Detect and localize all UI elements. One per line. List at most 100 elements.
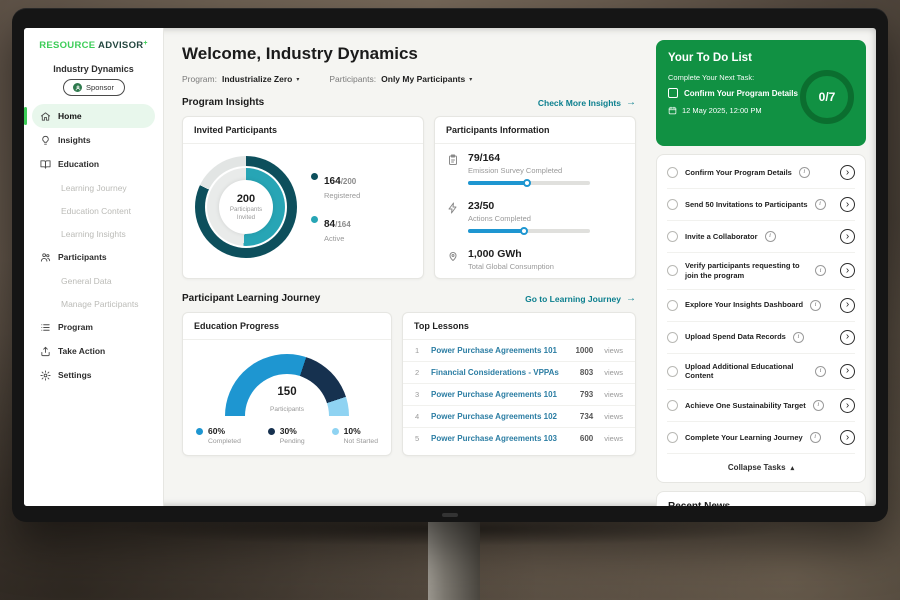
sidebar-item-participants[interactable]: Participants [32, 245, 155, 269]
lesson-link[interactable]: Power Purchase Agreements 101 [431, 346, 567, 355]
task-radio[interactable] [667, 432, 678, 443]
lesson-row[interactable]: 4 Power Purchase Agreements 102 734views [403, 406, 635, 428]
task-radio[interactable] [667, 231, 678, 242]
legend-label: Active [324, 234, 351, 243]
collapse-tasks-button[interactable]: Collapse Tasks ▴ [667, 454, 855, 482]
task-radio[interactable] [667, 366, 678, 377]
go-to-learning-journey-link[interactable]: Go to Learning Journey → [525, 293, 636, 304]
task-row[interactable]: Explore Your Insights Dashboard i › [667, 290, 855, 322]
todo-progress-value: 0/7 [819, 90, 836, 104]
sidebar-item-label: Learning Insights [61, 229, 126, 239]
lesson-link[interactable]: Power Purchase Agreements 101 [431, 390, 572, 399]
sponsor-badge[interactable]: Sponsor [63, 79, 125, 96]
legend-dot [332, 428, 339, 435]
sidebar-item-general-data[interactable]: General Data [32, 269, 155, 292]
lesson-row[interactable]: 1 Power Purchase Agreements 101 1000view… [403, 340, 635, 362]
checkbox-icon[interactable] [668, 88, 678, 98]
sidebar-item-program[interactable]: Program [32, 315, 155, 339]
sidebar-item-label: Program [58, 322, 93, 332]
arrow-right-icon: → [626, 293, 636, 304]
legend-pct: 30% [280, 426, 305, 436]
sidebar-item-insights[interactable]: Insights [32, 128, 155, 152]
lesson-row[interactable]: 5 Power Purchase Agreements 103 600views [403, 428, 635, 449]
info-icon[interactable]: i [810, 432, 821, 443]
task-radio[interactable] [667, 300, 678, 311]
legend-item-registered: 164/200 Registered [311, 171, 360, 200]
info-icon[interactable]: i [815, 366, 826, 377]
chevron-up-icon: ▴ [791, 464, 795, 472]
chevron-right-icon[interactable]: › [840, 229, 855, 244]
lesson-views-unit: views [604, 390, 623, 399]
lesson-row[interactable]: 3 Power Purchase Agreements 101 793views [403, 384, 635, 406]
sidebar-item-education-content[interactable]: Education Content [32, 199, 155, 222]
task-label: Verify participants requesting to join t… [685, 261, 808, 281]
next-task-row[interactable]: Confirm Your Program Details [668, 88, 800, 98]
lesson-rank: 1 [415, 346, 423, 355]
legend-dot [268, 428, 275, 435]
chevron-right-icon[interactable]: › [840, 165, 855, 180]
sidebar-item-take-action[interactable]: Take Action [32, 339, 155, 363]
lesson-views-unit: views [604, 412, 623, 421]
sidebar-item-learning-insights[interactable]: Learning Insights [32, 222, 155, 245]
participants-filter-dropdown[interactable]: Participants: Only My Participants ▾ [329, 74, 472, 84]
info-icon[interactable]: i [815, 199, 826, 210]
gauge-center: 150 Participants [225, 386, 349, 416]
check-more-insights-link[interactable]: Check More Insights → [538, 97, 636, 108]
task-radio[interactable] [667, 199, 678, 210]
task-row[interactable]: Invite a Collaborator i › [667, 221, 855, 253]
task-row[interactable]: Upload Additional Educational Content i … [667, 354, 855, 391]
task-row[interactable]: Complete Your Learning Journey i › [667, 422, 855, 454]
task-radio[interactable] [667, 167, 678, 178]
chevron-right-icon[interactable]: › [840, 330, 855, 345]
lesson-link[interactable]: Financial Considerations - VPPAs [431, 368, 572, 377]
sidebar-item-settings[interactable]: Settings [32, 363, 155, 387]
check-more-insights-label: Check More Insights [538, 98, 621, 108]
chevron-right-icon[interactable]: › [840, 398, 855, 413]
info-icon[interactable]: i [765, 231, 776, 242]
info-icon[interactable]: i [810, 300, 821, 311]
sidebar-item-label: Participants [58, 252, 107, 262]
info-icon[interactable]: i [793, 332, 804, 343]
recent-news-title: Recent News [668, 501, 730, 506]
sidebar-item-education[interactable]: Education [32, 152, 155, 176]
legend-label: Not Started [344, 438, 378, 445]
chevron-right-icon[interactable]: › [840, 197, 855, 212]
sidebar-item-home[interactable]: Home [32, 104, 155, 128]
sidebar-item-manage-participants[interactable]: Manage Participants [32, 292, 155, 315]
lesson-row[interactable]: 2 Financial Considerations - VPPAs 803vi… [403, 362, 635, 384]
lesson-views: 600 [580, 434, 593, 443]
chevron-right-icon[interactable]: › [840, 364, 855, 379]
task-radio[interactable] [667, 265, 678, 276]
sidebar-item-label: Learning Journey [61, 183, 127, 193]
dashboard-screen: RESOURCE ADVISOR+ Industry Dynamics Spon… [24, 28, 876, 506]
lesson-link[interactable]: Power Purchase Agreements 102 [431, 412, 572, 421]
chevron-right-icon[interactable]: › [840, 263, 855, 278]
task-row[interactable]: Achieve One Sustainability Target i › [667, 390, 855, 422]
task-label: Achieve One Sustainability Target [685, 401, 806, 411]
legend-pct: 10% [344, 426, 378, 436]
chevron-right-icon[interactable]: › [840, 430, 855, 445]
task-row[interactable]: Confirm Your Program Details i › [667, 157, 855, 189]
task-label: Explore Your Insights Dashboard [685, 300, 803, 310]
monitor-stand [428, 520, 480, 600]
chevron-right-icon[interactable]: › [840, 298, 855, 313]
legend-item-not-started: 10% Not Started [332, 426, 378, 445]
task-row[interactable]: Send 50 Invitations to Participants i › [667, 189, 855, 221]
gauge-center-label: Participants [270, 406, 304, 413]
arrow-right-icon: → [626, 97, 636, 108]
task-row[interactable]: Verify participants requesting to join t… [667, 253, 855, 290]
sidebar-item-learning-journey[interactable]: Learning Journey [32, 176, 155, 199]
lesson-link[interactable]: Power Purchase Agreements 103 [431, 434, 572, 443]
info-icon[interactable]: i [815, 265, 826, 276]
gauge-center-value: 150 [225, 386, 349, 398]
task-radio[interactable] [667, 400, 678, 411]
task-radio[interactable] [667, 332, 678, 343]
task-row[interactable]: Upload Spend Data Records i › [667, 322, 855, 354]
collapse-tasks-label: Collapse Tasks [728, 463, 786, 472]
app-logo: RESOURCE ADVISOR+ [24, 40, 163, 51]
progress-bar [468, 181, 590, 185]
legend-pct: 60% [208, 426, 241, 436]
info-icon[interactable]: i [799, 167, 810, 178]
info-icon[interactable]: i [813, 400, 824, 411]
program-filter-dropdown[interactable]: Program: Industrialize Zero ▾ [182, 74, 299, 84]
